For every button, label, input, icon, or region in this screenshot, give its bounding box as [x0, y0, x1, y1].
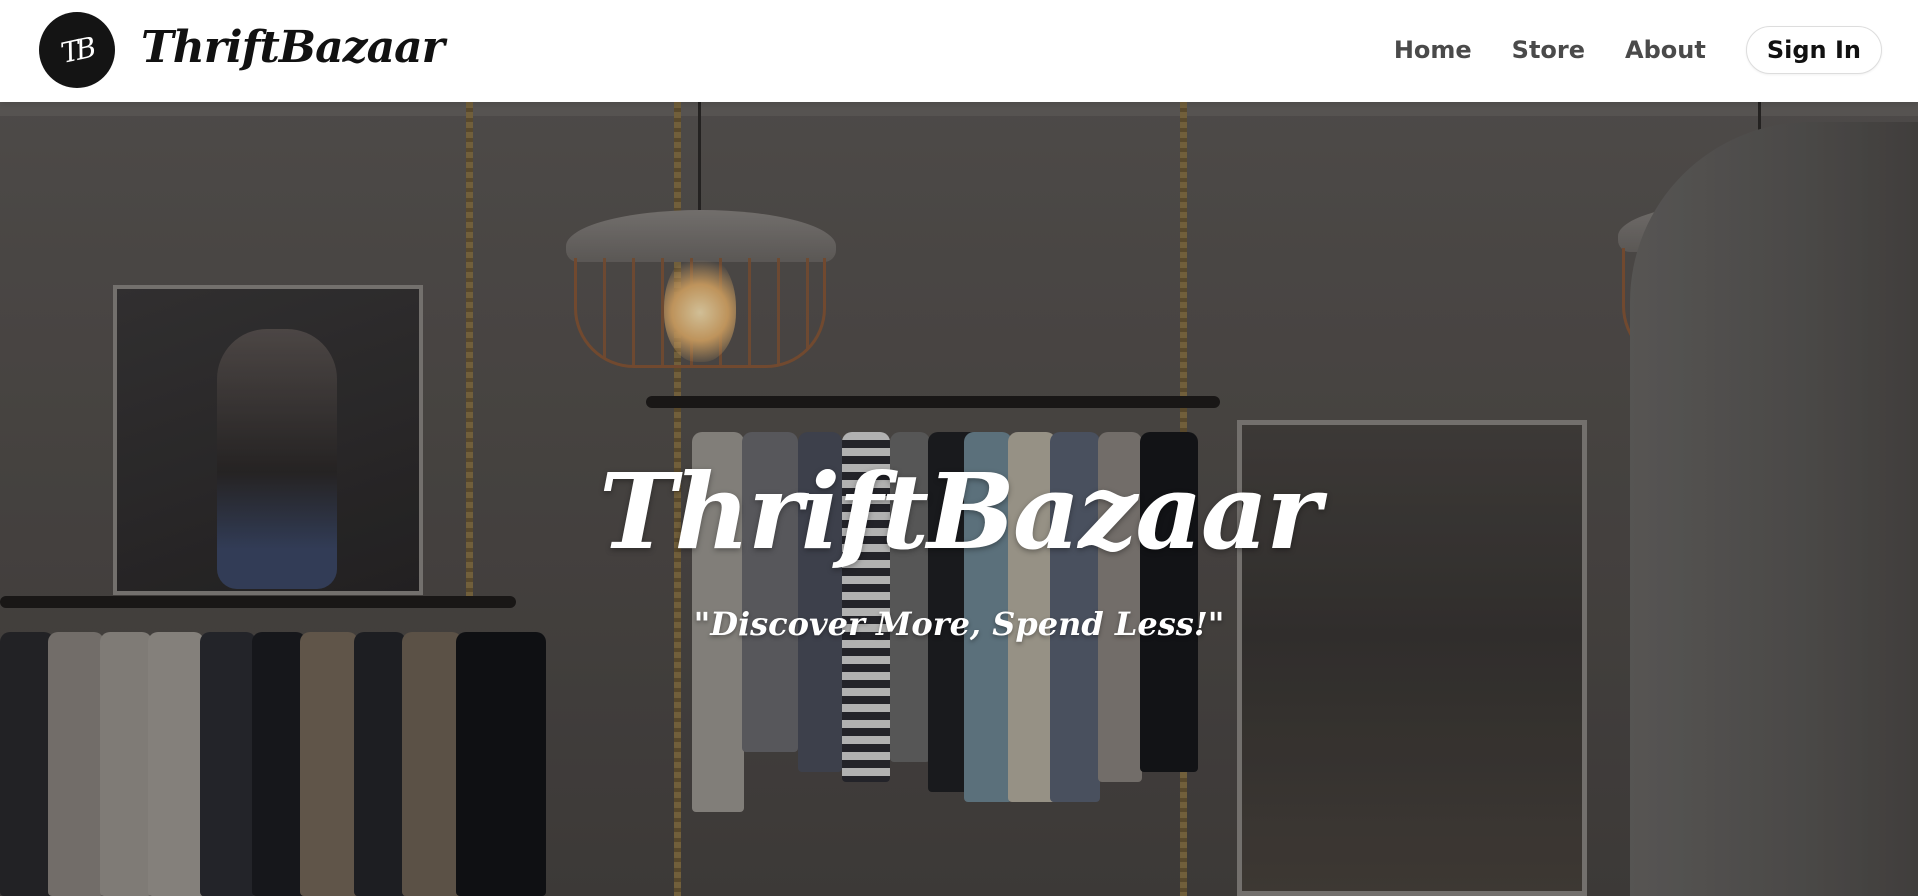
top-navbar: TB ThriftBazaar Home Store About Sign In [0, 0, 1918, 102]
logo-icon[interactable]: TB [39, 12, 115, 88]
hero-title: ThriftBazaar [599, 450, 1321, 573]
nav-link-store[interactable]: Store [1512, 26, 1585, 74]
brand-name[interactable]: ThriftBazaar [141, 16, 445, 80]
sign-in-button[interactable]: Sign In [1745, 26, 1882, 74]
hero-banner: ThriftBazaar "Discover More, Spend Less!… [0, 102, 1918, 896]
nav-link-about[interactable]: About [1625, 26, 1706, 74]
nav-links: Home Store About Sign In [1394, 26, 1882, 74]
logo-monogram: TB [58, 30, 96, 70]
hero-tagline: "Discover More, Spend Less!" [693, 605, 1225, 643]
nav-link-home[interactable]: Home [1394, 26, 1472, 74]
